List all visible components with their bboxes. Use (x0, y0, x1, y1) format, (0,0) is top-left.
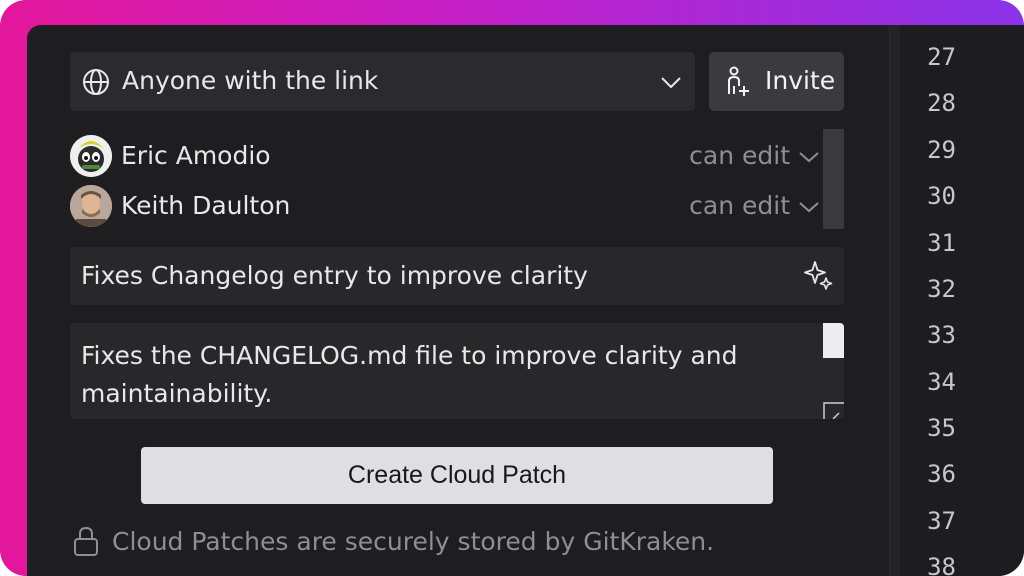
create-cloud-patch-button[interactable]: Create Cloud Patch (141, 447, 773, 504)
user-name: Keith Daulton (121, 191, 291, 220)
invite-button[interactable]: Invite (709, 52, 844, 111)
line-number: 36 (927, 460, 956, 488)
line-number: 32 (927, 275, 956, 303)
share-panel: Anyone with the link Invite Eric Amodio … (27, 25, 889, 576)
avatar (70, 135, 112, 177)
patch-title-input[interactable]: Fixes Changelog entry to improve clarity (70, 247, 844, 305)
lock-icon (74, 526, 98, 556)
user-row: Keith Daulton can edit (70, 183, 820, 229)
permission-label: can edit (689, 191, 790, 220)
description-scrollbar-thumb[interactable] (823, 323, 844, 358)
patch-description-text: Fixes the CHANGELOG.md file to improve c… (81, 341, 738, 408)
user-row: Eric Amodio can edit (70, 133, 820, 179)
line-number: 28 (927, 89, 956, 117)
chevron-down-icon (799, 152, 819, 163)
link-access-dropdown[interactable]: Anyone with the link (70, 52, 695, 111)
line-number: 31 (927, 229, 956, 257)
sparkle-icon[interactable] (802, 259, 834, 291)
user-name: Eric Amodio (121, 141, 271, 170)
permission-dropdown[interactable]: can edit (689, 191, 820, 220)
line-number: 34 (927, 368, 956, 396)
line-number: 27 (927, 43, 956, 71)
security-note-text: Cloud Patches are securely stored by Git… (112, 527, 715, 556)
chevron-down-icon (799, 202, 819, 213)
globe-icon (83, 69, 109, 95)
invite-label: Invite (765, 66, 836, 95)
line-number: 33 (927, 321, 956, 349)
line-number: 38 (927, 553, 956, 576)
line-number: 37 (927, 507, 956, 535)
person-add-icon (728, 66, 749, 96)
gradient-frame: Anyone with the link Invite Eric Amodio … (0, 0, 1024, 576)
security-note: Cloud Patches are securely stored by Git… (72, 525, 832, 559)
line-number: 29 (927, 136, 956, 164)
patch-title-text: Fixes Changelog entry to improve clarity (81, 261, 588, 290)
line-number: 35 (927, 414, 956, 442)
permission-label: can edit (689, 141, 790, 170)
resize-grip-icon[interactable] (823, 398, 844, 419)
patch-description-textarea[interactable]: Fixes the CHANGELOG.md file to improve c… (70, 323, 844, 419)
line-number: 30 (927, 182, 956, 210)
code-editor-gutter: 27 28 29 30 31 32 33 34 35 36 37 38 (889, 25, 1024, 576)
create-cloud-patch-label: Create Cloud Patch (347, 461, 567, 489)
chevron-down-icon (661, 77, 681, 89)
permission-dropdown[interactable]: can edit (689, 141, 820, 170)
app-window: Anyone with the link Invite Eric Amodio … (27, 25, 1024, 576)
user-list-scrollbar[interactable] (823, 129, 844, 229)
avatar (70, 185, 112, 227)
link-access-label: Anyone with the link (122, 66, 379, 95)
